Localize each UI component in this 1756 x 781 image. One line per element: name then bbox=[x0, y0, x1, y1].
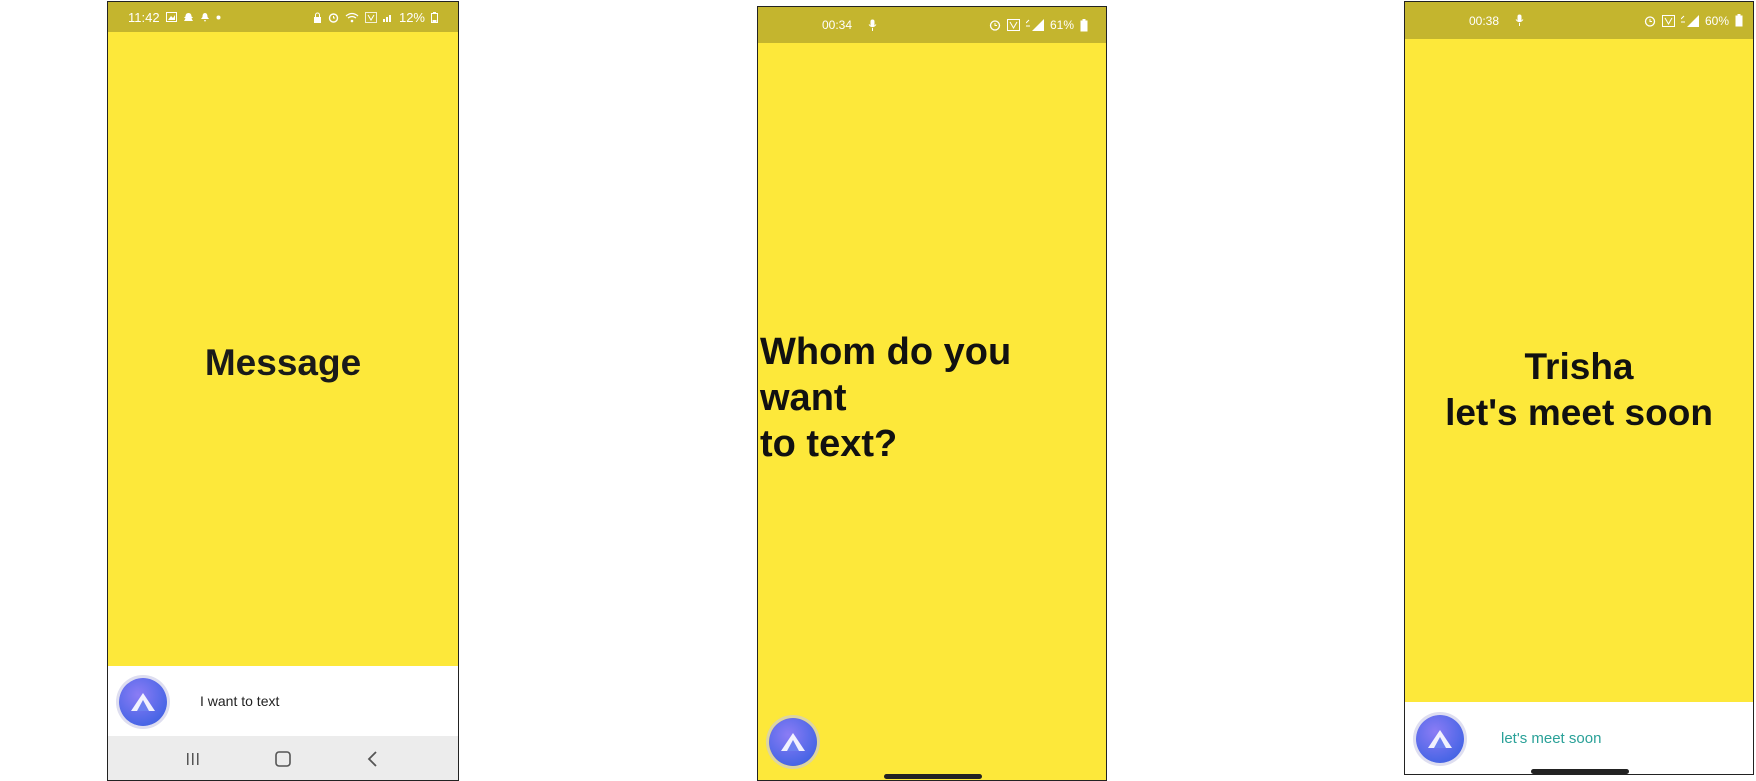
home-indicator[interactable] bbox=[884, 774, 982, 779]
status-time: 11:42 bbox=[128, 9, 160, 25]
alarm-icon bbox=[1644, 15, 1656, 27]
assistant-logo-icon bbox=[1428, 730, 1452, 748]
dot-icon bbox=[216, 15, 221, 20]
status-bar: 00:34 61% bbox=[758, 7, 1106, 43]
back-icon bbox=[367, 751, 377, 767]
volte-icon bbox=[1006, 19, 1020, 31]
volte-icon bbox=[365, 11, 377, 23]
alarm-icon bbox=[989, 19, 1001, 31]
status-time: 00:38 bbox=[1469, 13, 1500, 28]
assistant-transcript: let's meet soon bbox=[1501, 730, 1602, 747]
lock-icon bbox=[313, 12, 322, 23]
phone-screen-message: 11:42 12% Message I want to text bbox=[107, 1, 459, 781]
assistant-bar: I want to text bbox=[108, 666, 458, 736]
assistant-avatar-button[interactable] bbox=[119, 678, 167, 726]
battery-icon bbox=[431, 11, 438, 23]
gallery-icon bbox=[165, 12, 177, 22]
microphone-icon bbox=[1515, 14, 1524, 27]
assistant-transcript: I want to text bbox=[200, 693, 280, 709]
home-button[interactable] bbox=[263, 739, 303, 779]
volte-icon bbox=[1661, 14, 1675, 27]
assistant-logo-icon bbox=[781, 733, 805, 751]
navigation-bar bbox=[108, 736, 458, 780]
signal-icon bbox=[1025, 19, 1044, 31]
signal-icon bbox=[1680, 14, 1699, 27]
status-time: 00:34 bbox=[822, 18, 853, 32]
assistant-bar: let's meet soon bbox=[1405, 702, 1753, 774]
recents-icon bbox=[187, 753, 199, 765]
wifi-icon bbox=[345, 12, 359, 23]
assistant-avatar-button[interactable] bbox=[1416, 715, 1464, 763]
main-heading: Whom do you want to text? bbox=[758, 329, 1106, 467]
assistant-avatar-button[interactable] bbox=[769, 718, 817, 766]
status-bar: 11:42 12% bbox=[108, 2, 458, 32]
assistant-logo-icon bbox=[131, 693, 155, 711]
battery-percent: 60% bbox=[1704, 13, 1729, 28]
recents-button[interactable] bbox=[173, 739, 213, 779]
heading-line-2: to text? bbox=[760, 423, 898, 465]
heading-line-1: Whom do you want bbox=[760, 331, 1012, 419]
recipient-name: Trisha bbox=[1524, 346, 1634, 387]
snapchat-icon bbox=[183, 12, 194, 23]
status-bar: 00:38 60% bbox=[1405, 2, 1753, 39]
battery-icon bbox=[1735, 14, 1743, 27]
microphone-icon bbox=[868, 19, 877, 32]
message-body: let's meet soon bbox=[1445, 392, 1713, 433]
home-indicator[interactable] bbox=[1531, 769, 1629, 774]
main-heading: Trisha let's meet soon bbox=[1405, 344, 1753, 436]
alarm-icon bbox=[328, 12, 339, 23]
signal-icon bbox=[382, 12, 393, 22]
battery-percent: 12% bbox=[398, 9, 425, 25]
back-button[interactable] bbox=[353, 739, 393, 779]
main-heading: Message bbox=[204, 342, 362, 383]
phone-screen-message-preview: 00:38 60% Trisha let's meet soon let's m… bbox=[1404, 1, 1754, 775]
home-icon bbox=[275, 751, 291, 767]
battery-percent: 61% bbox=[1049, 18, 1074, 32]
phone-screen-recipient-prompt: 00:34 61% Whom do you want to text? bbox=[757, 6, 1107, 781]
battery-icon bbox=[1080, 18, 1088, 32]
notification-icon bbox=[200, 12, 210, 23]
